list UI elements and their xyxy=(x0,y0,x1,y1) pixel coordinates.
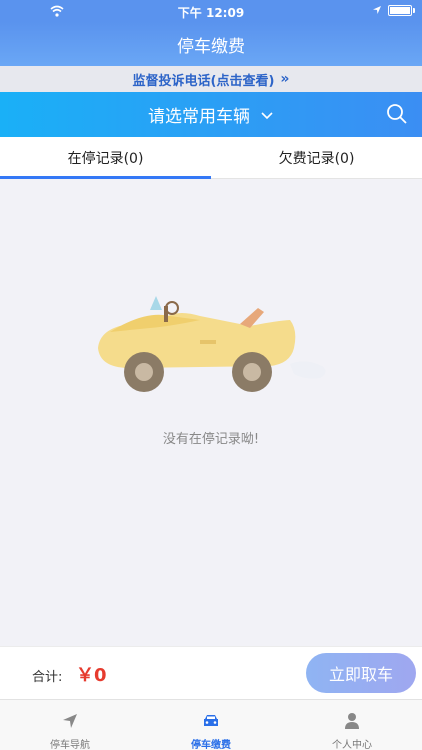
total-label: 合计: xyxy=(32,670,63,685)
record-tabs: 在停记录(0) 欠费记录(0) xyxy=(0,137,422,179)
user-icon xyxy=(345,713,359,729)
tab-parking-payment[interactable]: 停车缴费 xyxy=(141,700,281,750)
tab-parking-records[interactable]: 在停记录(0) xyxy=(0,137,211,178)
notice-text: 监督投诉电话(点击查看) xyxy=(132,73,275,89)
tab-arrears-records-label: 欠费记录(0) xyxy=(278,150,355,167)
tab-parking-navigation-label: 停车导航 xyxy=(50,740,90,750)
tab-personal-center[interactable]: 个人中心 xyxy=(282,700,422,750)
pickup-car-button[interactable]: 立即取车 xyxy=(306,653,416,693)
tab-arrears-records[interactable]: 欠费记录(0) xyxy=(211,137,422,178)
tab-parking-records-label: 在停记录(0) xyxy=(67,150,144,167)
bottom-action-bar: 合计: ￥0 立即取车 xyxy=(0,646,422,699)
location-arrow-icon xyxy=(373,6,381,14)
tab-parking-navigation[interactable]: 停车导航 xyxy=(0,700,140,750)
page-title: 停车缴费 xyxy=(177,36,245,57)
status-time: 下午 12:09 xyxy=(177,6,245,20)
battery-icon xyxy=(388,5,412,16)
vehicle-bar: 请选常用车辆 xyxy=(0,92,422,137)
chevron-down-icon xyxy=(261,111,273,119)
tab-bar: 停车导航 停车缴费 个人中心 xyxy=(0,699,422,750)
car-icon xyxy=(204,715,218,726)
car-illustration xyxy=(98,296,326,392)
search-icon[interactable] xyxy=(386,103,408,125)
vehicle-select[interactable]: 请选常用车辆 xyxy=(0,92,422,137)
empty-message: 没有在停记录呦! xyxy=(162,432,260,447)
complaint-notice-link[interactable]: 监督投诉电话(点击查看) » xyxy=(0,66,422,92)
double-chevron-icon: » xyxy=(280,71,290,87)
battery-tip xyxy=(413,8,415,13)
vehicle-select-label: 请选常用车辆 xyxy=(148,107,250,127)
tab-personal-center-label: 个人中心 xyxy=(332,740,372,750)
nav-bar: 停车缴费 xyxy=(0,22,422,66)
total-value: ￥0 xyxy=(76,665,107,686)
tab-parking-payment-label: 停车缴费 xyxy=(191,740,231,750)
status-bar: 下午 12:09 xyxy=(0,0,422,22)
navigation-arrow-icon xyxy=(63,714,77,728)
empty-state xyxy=(0,179,422,646)
